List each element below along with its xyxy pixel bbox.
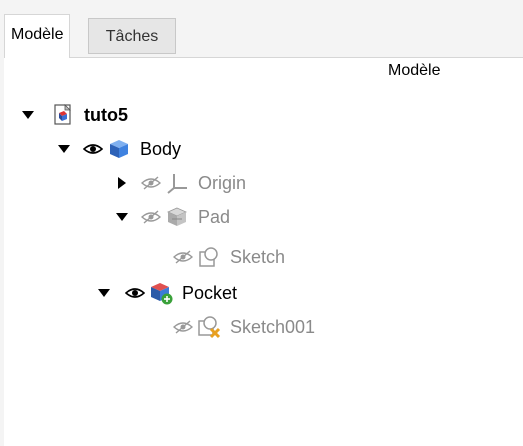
visibility-eye-hidden-icon[interactable]: [138, 173, 164, 193]
pad-icon: [164, 205, 190, 229]
sketch-error-icon: [196, 315, 222, 339]
tree-item-tuto5[interactable]: tuto5: [18, 100, 128, 130]
visibility-eye-hidden-icon[interactable]: [170, 247, 196, 267]
expand-arrow-icon[interactable]: [54, 144, 74, 154]
pocket-icon: [148, 281, 174, 305]
expand-arrow-icon[interactable]: [18, 110, 38, 120]
tree-item-label: Sketch001: [230, 316, 316, 337]
tab-model[interactable]: Modèle: [4, 14, 71, 58]
tree-item-pad[interactable]: Pad: [112, 202, 230, 232]
visibility-eye-icon[interactable]: [122, 283, 148, 303]
sketch-icon: [196, 245, 222, 269]
tree-item-body[interactable]: Body: [54, 134, 181, 164]
tree-item-sketch001[interactable]: Sketch001: [170, 312, 315, 342]
tree-item-label: Pocket: [182, 282, 238, 303]
tree-item-origin[interactable]: Origin: [112, 168, 246, 198]
body-icon: [106, 137, 132, 161]
tree-item-sketch[interactable]: Sketch: [170, 242, 285, 272]
visibility-eye-icon[interactable]: [80, 139, 106, 159]
tree-item-label: Sketch: [230, 246, 286, 267]
tree-item-label: Origin: [198, 172, 247, 193]
visibility-eye-hidden-icon[interactable]: [138, 207, 164, 227]
expand-arrow-icon[interactable]: [112, 212, 132, 222]
collapse-arrow-icon[interactable]: [112, 177, 132, 189]
tree-item-pocket[interactable]: Pocket: [94, 278, 237, 308]
visibility-eye-hidden-icon[interactable]: [170, 317, 196, 337]
tab-bar: Modèle Tâches: [0, 0, 523, 60]
tree-item-label: Pad: [198, 206, 231, 227]
tab-tasks[interactable]: Tâches: [88, 18, 176, 54]
tree-item-label: Body: [140, 138, 182, 159]
tree-column-header: Modèle: [388, 62, 441, 79]
document-icon: [50, 103, 76, 127]
origin-axes-icon: [164, 171, 190, 195]
tree-item-label: tuto5: [84, 104, 128, 125]
expand-arrow-icon[interactable]: [94, 288, 114, 298]
